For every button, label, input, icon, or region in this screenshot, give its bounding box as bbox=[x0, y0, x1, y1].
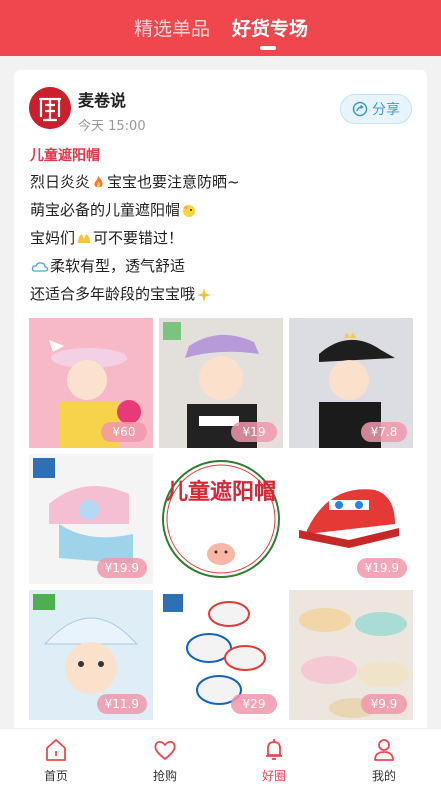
nav-label-profile: 我的 bbox=[371, 769, 396, 783]
author-name[interactable]: 麦卷说 bbox=[78, 87, 126, 111]
line-text: 宝妈们 bbox=[30, 229, 76, 247]
nav-label-good-circle: 好圈 bbox=[261, 769, 286, 783]
line-text: 烈日炎炎 bbox=[30, 173, 91, 191]
line-text: 萌宝必备的儿童遮阳帽 bbox=[30, 201, 181, 219]
tab-good-deals[interactable]: 好货专场 bbox=[232, 14, 308, 41]
product-thumbnail[interactable]: ¥29 bbox=[159, 590, 283, 720]
post-title: 儿童遮阳帽 bbox=[30, 148, 100, 164]
product-thumbnail[interactable]: ¥19.9 bbox=[29, 454, 153, 584]
product-thumbnail[interactable]: ¥9.9 bbox=[289, 590, 413, 720]
nav-item-home[interactable]: 首页 bbox=[26, 737, 86, 784]
bottom-nav: 首页 抢购 好圈 我的 bbox=[0, 728, 441, 791]
line-text: 还适合多年龄段的宝宝哦 bbox=[30, 285, 196, 303]
product-thumbnail[interactable]: ¥19.9 bbox=[289, 454, 413, 584]
line-text: 宝宝也要注意防晒~ bbox=[107, 173, 240, 191]
price-tag: ¥29 bbox=[231, 694, 277, 714]
tab-selected-items[interactable]: 精选单品 bbox=[134, 14, 210, 41]
post-time: 今天 15:00 bbox=[78, 119, 146, 134]
nav-item-good-circle[interactable]: 好圈 bbox=[244, 737, 304, 784]
line-text: 柔软有型，透气舒适 bbox=[50, 257, 186, 275]
nav-label-flash-sale: 抢购 bbox=[152, 769, 177, 783]
nav-label-home: 首页 bbox=[43, 769, 68, 783]
product-thumbnail[interactable]: ¥60 bbox=[29, 318, 153, 448]
price-tag: ¥19 bbox=[231, 422, 277, 442]
avatar[interactable] bbox=[29, 87, 71, 129]
nav-item-flash-sale[interactable]: 抢购 bbox=[135, 737, 195, 784]
price-tag: ¥19.9 bbox=[356, 558, 407, 578]
home-icon bbox=[46, 739, 66, 761]
price-tag: ¥7.8 bbox=[361, 422, 407, 442]
cloud-icon bbox=[31, 261, 49, 272]
user-icon bbox=[374, 739, 394, 761]
post-line: 烈日炎炎 宝宝也要注意防晒~ bbox=[30, 171, 240, 192]
active-tab-indicator bbox=[260, 46, 276, 50]
post-line: 宝妈们 可不要错过！ bbox=[30, 227, 183, 248]
product-thumbnail[interactable]: ¥19 bbox=[159, 318, 283, 448]
promo-center-tile: 儿童遮阳帽 bbox=[159, 454, 283, 584]
bell-icon bbox=[266, 739, 282, 760]
price-tag: ¥9.9 bbox=[361, 694, 407, 714]
share-icon bbox=[352, 101, 368, 117]
baby-chick-icon bbox=[183, 205, 196, 217]
promo-badge-graphic bbox=[159, 454, 283, 584]
post-card: 麦卷说 今天 15:00 分享 儿童遮阳帽 烈日炎炎 宝宝也要注意防晒~ 萌宝必备… bbox=[14, 70, 427, 740]
top-tab-bar: 精选单品 好货专场 bbox=[0, 0, 441, 56]
post-line: 柔软有型，透气舒适 bbox=[30, 255, 185, 276]
nav-item-profile[interactable]: 我的 bbox=[354, 737, 414, 784]
heart-icon bbox=[154, 740, 176, 760]
product-thumbnail[interactable]: ¥7.8 bbox=[289, 318, 413, 448]
hands-icon bbox=[78, 234, 91, 243]
post-line: 萌宝必备的儿童遮阳帽 bbox=[30, 199, 198, 220]
fire-icon bbox=[94, 176, 103, 188]
post-line: 还适合多年龄段的宝宝哦 bbox=[30, 283, 213, 304]
product-thumbnail[interactable]: ¥11.9 bbox=[29, 590, 153, 720]
price-tag: ¥60 bbox=[101, 422, 147, 442]
promo-tile-text: 儿童遮阳帽 bbox=[165, 480, 276, 505]
line-text: 可不要错过！ bbox=[93, 229, 184, 247]
share-label: 分享 bbox=[372, 102, 400, 118]
price-tag: ¥19.9 bbox=[96, 558, 147, 578]
brand-logo-icon bbox=[29, 87, 71, 129]
price-tag: ¥11.9 bbox=[96, 694, 147, 714]
sparkle-icon bbox=[197, 287, 212, 302]
share-button[interactable]: 分享 bbox=[340, 94, 412, 124]
